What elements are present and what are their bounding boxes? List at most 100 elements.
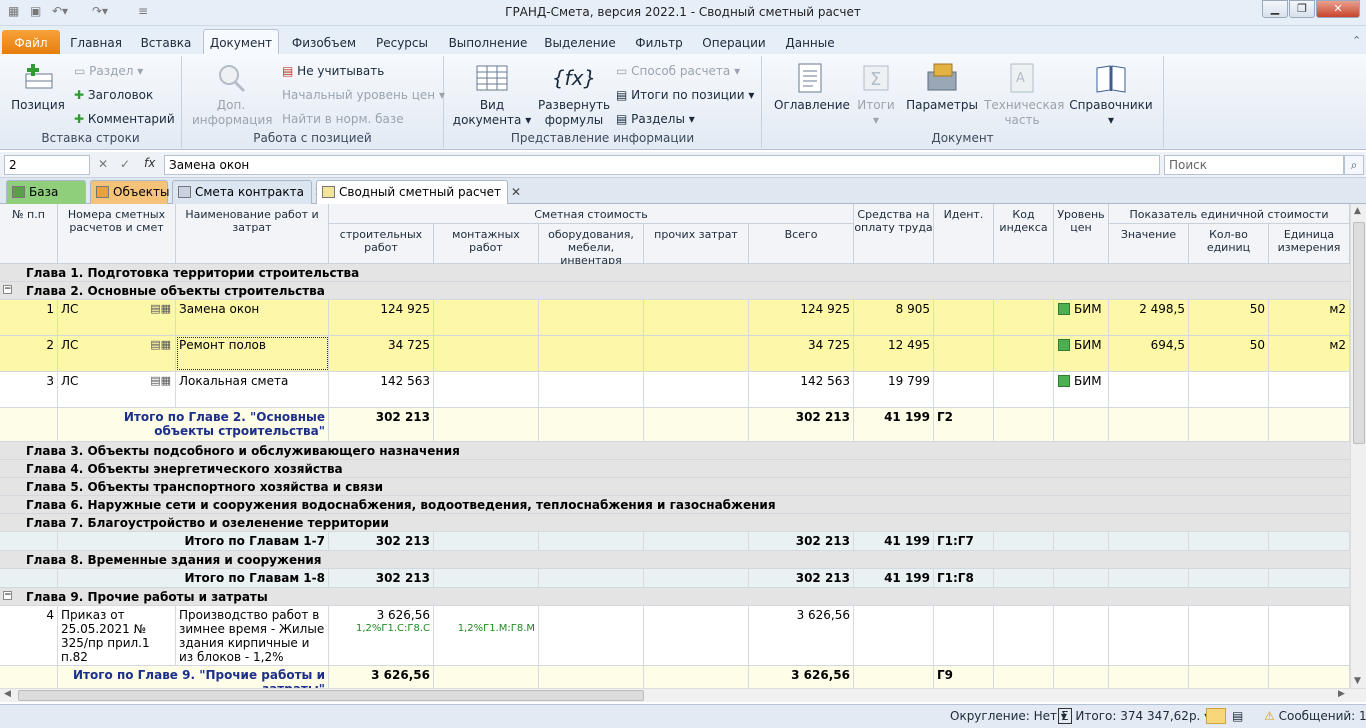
col-install-header[interactable]: монтажных работ — [434, 224, 539, 264]
ignore-button[interactable]: ▤ Не учитывать — [282, 62, 384, 80]
col-other-header[interactable]: прочих затрат — [644, 224, 749, 264]
tab-base[interactable]: База — [6, 180, 86, 204]
col-qty-header[interactable]: Кол-во единиц — [1189, 224, 1269, 264]
total-row[interactable]: Итого по Главе 2. "Основные объекты стро… — [0, 408, 1350, 442]
col-unit-header[interactable]: Единица измерения — [1269, 224, 1350, 264]
col-num-header[interactable]: № п.п — [0, 204, 58, 264]
tab-execution[interactable]: Выполнение — [446, 32, 530, 54]
chapter-row[interactable]: − Глава 9. Прочие работы и затраты — [0, 588, 1350, 606]
ref-cell: ЛС ▤▦ — [58, 300, 176, 335]
cell-reference-field[interactable]: 2 — [4, 155, 90, 175]
maximize-button[interactable]: ❐ — [1289, 0, 1315, 18]
wages-cell — [854, 606, 934, 665]
col-wages-header[interactable]: Средства на оплату труда — [854, 204, 934, 264]
formula-input[interactable]: Замена окон — [164, 155, 1160, 175]
col-value-header[interactable]: Значение — [1109, 224, 1189, 264]
tab-document[interactable]: Документ — [203, 29, 279, 54]
table-row[interactable]: 1 ЛС ▤▦ Замена окон 124 925 124 925 8 905… — [0, 300, 1350, 336]
col-ident-header[interactable]: Идент. — [934, 204, 994, 264]
tab-contract-estimate[interactable]: Смета контракта✕ — [172, 180, 324, 204]
parameters-button[interactable]: Параметры — [906, 62, 978, 113]
insert-comment-button[interactable]: ✚ Комментарий — [74, 110, 175, 128]
total-row[interactable]: Итого по Главам 1-7 302 213 302 213 41 1… — [0, 532, 1350, 551]
vertical-scroll-thumb[interactable] — [1353, 222, 1365, 444]
unit-cost-group-header: Показатель единичной стоимости — [1109, 204, 1350, 224]
chapter-row[interactable]: Глава 4. Объекты энергетического хозяйст… — [0, 460, 1350, 478]
tab-selection[interactable]: Выделение — [544, 32, 616, 54]
col-price-level-header[interactable]: Уровень цен — [1054, 204, 1109, 264]
contents-button[interactable]: Оглавление — [774, 62, 850, 113]
chapter-row[interactable]: Глава 5. Объекты транспортного хозяйства… — [0, 478, 1350, 496]
table-row[interactable]: 2 ЛС ▤▦ Ремонт полов 34 725 34 725 12 495… — [0, 336, 1350, 372]
col-index-code-header[interactable]: Код индекса — [994, 204, 1054, 264]
total-row[interactable]: Итого по Главе 9. "Прочие работы и затра… — [0, 666, 1350, 688]
references-button[interactable]: Справочники ▾ — [1066, 62, 1156, 128]
ident-cell: Г1:Г8 — [934, 569, 994, 587]
document-view-button[interactable]: Вид документа ▾ — [452, 62, 532, 128]
fx-icon[interactable]: fx — [144, 156, 155, 170]
cancel-edit-icon[interactable]: ✕ — [98, 157, 108, 171]
insert-position-button[interactable]: Позиция — [10, 62, 66, 113]
col-build-header[interactable]: строительных работ — [329, 224, 434, 264]
tab-home[interactable]: Главная — [64, 32, 128, 54]
chapter-row[interactable]: Глава 1. Подготовка территории строитель… — [0, 264, 1350, 282]
rounding-dropdown[interactable]: Округление: Нет ▾ — [950, 709, 1067, 723]
view-mode-1-icon[interactable] — [1206, 708, 1226, 724]
tab-physical-volume[interactable]: Физобъем — [288, 32, 360, 54]
messages[interactable]: ⚠ Сообщений: 1 — [1264, 709, 1366, 723]
col-ref-header[interactable]: Номера сметных расчетов и смет — [58, 204, 176, 264]
install-cell — [434, 300, 539, 335]
sections-button[interactable]: ▤ Разделы ▾ — [616, 110, 695, 128]
price-level-cell: БИМ — [1054, 300, 1109, 335]
close-tab-icon[interactable]: ✕ — [511, 185, 521, 199]
insert-heading-button[interactable]: ✚ Заголовок — [74, 86, 153, 104]
minimize-button[interactable]: ▁ — [1262, 0, 1288, 18]
qty-cell — [1189, 372, 1269, 407]
chapter-row[interactable]: Глава 3. Объекты подсобного и обслуживаю… — [0, 442, 1350, 460]
search-input[interactable]: Поиск — [1164, 155, 1344, 175]
total-row[interactable]: Итого по Главам 1-8 302 213 302 213 41 1… — [0, 569, 1350, 588]
build-total: 302 213 — [329, 532, 434, 550]
ribbon-collapse-icon[interactable]: ⌃ — [1352, 34, 1361, 47]
ident-cell: Г2 — [934, 408, 994, 441]
price-level-cell: БИМ — [1054, 372, 1109, 407]
collapse-icon[interactable]: − — [3, 591, 12, 600]
horizontal-scrollbar[interactable]: ◀ ▶ — [0, 688, 1366, 702]
tab-operations[interactable]: Операции — [700, 32, 768, 54]
tab-file[interactable]: Файл — [2, 30, 60, 54]
vertical-scrollbar[interactable]: ▲ ▼ — [1350, 204, 1366, 688]
col-equip-header[interactable]: оборудования, мебели, инвентаря — [539, 224, 644, 267]
tab-resources[interactable]: Ресурсы — [372, 32, 432, 54]
chapter-row[interactable]: Глава 6. Наружные сети и сооружения водо… — [0, 496, 1350, 514]
total-dropdown[interactable]: Σ Итого: 374 347,62р. ▾ — [1058, 708, 1210, 724]
tab-data[interactable]: Данные — [782, 32, 838, 54]
other-cell — [644, 300, 749, 335]
col-name-header[interactable]: Наименование работ и затрат — [176, 204, 329, 264]
index-code-cell — [994, 606, 1054, 665]
totals-by-position-button[interactable]: ▤ Итоги по позиции ▾ — [616, 86, 754, 104]
chapter-row[interactable]: − Глава 2. Основные объекты строительства — [0, 282, 1350, 300]
confirm-edit-icon[interactable]: ✓ — [120, 157, 130, 171]
chapter-row[interactable]: Глава 7. Благоустройство и озеленение те… — [0, 514, 1350, 532]
search-icon[interactable]: ⌕ — [1344, 155, 1364, 175]
ident-cell — [934, 372, 994, 407]
tab-objects[interactable]: Объекты — [90, 180, 169, 204]
status-bar: Округление: Нет ▾ Σ Итого: 374 347,62р. … — [0, 704, 1366, 728]
view-mode-2-icon[interactable]: ▤ — [1232, 709, 1243, 723]
tab-summary-estimate[interactable]: Сводный сметный расчет ✕ — [316, 180, 521, 204]
horizontal-scroll-thumb[interactable] — [18, 690, 644, 701]
expand-formulas-button[interactable]: {fx} Развернуть формулы — [536, 62, 612, 128]
col-total-header[interactable]: Всего — [749, 224, 854, 264]
name-cell-focused[interactable]: Ремонт полов — [176, 336, 329, 371]
bim-indicator-icon — [1058, 375, 1070, 387]
table-row[interactable]: 4 Приказ от 25.05.2021 № 325/пр прил.1 п… — [0, 606, 1350, 666]
table-row[interactable]: 3 ЛС ▤▦ Локальная смета 142 563 142 563 1… — [0, 372, 1350, 408]
other-cell — [644, 606, 749, 665]
tab-insert[interactable]: Вставка — [136, 32, 196, 54]
scroll-right-icon: ▶ — [1338, 689, 1345, 699]
close-button[interactable]: ✕ — [1316, 0, 1360, 18]
document-link-icon: ▤▦ — [150, 374, 171, 387]
tab-filter[interactable]: Фильтр — [632, 32, 686, 54]
collapse-icon[interactable]: − — [3, 285, 12, 294]
chapter-row[interactable]: Глава 8. Временные здания и сооружения — [0, 551, 1350, 569]
